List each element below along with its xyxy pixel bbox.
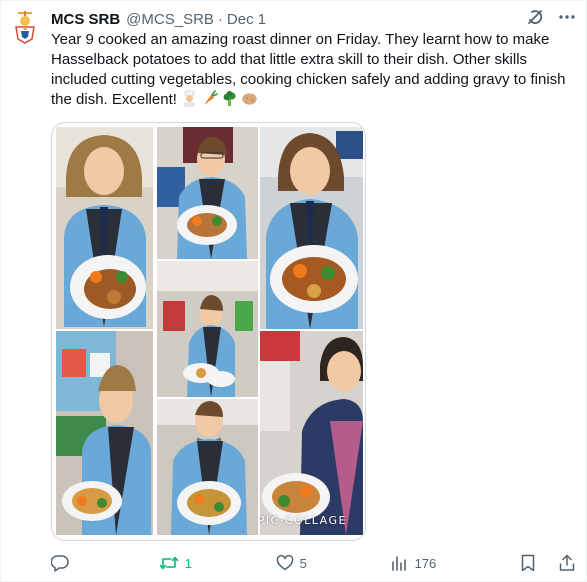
potato-emoji bbox=[241, 90, 258, 107]
views-count: 176 bbox=[414, 555, 437, 571]
tweet-card[interactable]: MCS SRB @MCS_SRB · Dec 1 Year 9 cooked a… bbox=[0, 0, 587, 582]
action-bar: 1 5 176 bbox=[51, 552, 576, 574]
bookmark-icon bbox=[521, 554, 535, 572]
broccoli-emoji bbox=[221, 90, 238, 107]
like-count: 5 bbox=[299, 555, 307, 571]
tweet-text: Year 9 cooked an amazing roast dinner on… bbox=[51, 30, 581, 110]
emoji-row bbox=[181, 90, 258, 107]
collage-photo-1[interactable] bbox=[56, 127, 153, 329]
school-crest-icon bbox=[15, 11, 35, 44]
collage-photo-4[interactable] bbox=[56, 331, 153, 535]
tweet-date[interactable]: Dec 1 bbox=[227, 11, 266, 28]
like-button[interactable]: 5 bbox=[276, 554, 307, 572]
user-handle[interactable]: @MCS_SRB bbox=[126, 11, 214, 28]
cook-emoji bbox=[181, 90, 198, 107]
tweet-header: MCS SRB @MCS_SRB · Dec 1 bbox=[51, 9, 576, 29]
collage-photo-2[interactable] bbox=[157, 127, 258, 259]
secondary-actions bbox=[520, 554, 576, 572]
views-icon bbox=[391, 556, 406, 571]
share-icon bbox=[559, 554, 575, 571]
share-button[interactable] bbox=[558, 554, 576, 572]
grok-icon[interactable] bbox=[526, 8, 544, 26]
header-actions bbox=[526, 8, 576, 26]
display-name[interactable]: MCS SRB bbox=[51, 11, 120, 28]
retweet-button[interactable]: 1 bbox=[159, 554, 192, 572]
more-icon[interactable] bbox=[558, 8, 576, 26]
collage-photo-7[interactable] bbox=[157, 399, 258, 535]
collage-photo-6[interactable]: PIC·COLLAGE bbox=[260, 331, 363, 535]
like-icon bbox=[276, 554, 293, 571]
bookmark-button[interactable] bbox=[520, 554, 536, 572]
carrot-emoji bbox=[201, 90, 218, 107]
retweet-count: 1 bbox=[184, 555, 192, 571]
collage-photo-5[interactable] bbox=[157, 261, 258, 397]
collage-photo-3[interactable] bbox=[260, 127, 363, 329]
separator-dot: · bbox=[217, 10, 223, 28]
reply-button[interactable] bbox=[51, 554, 75, 572]
pic-collage-watermark: PIC·COLLAGE bbox=[260, 514, 347, 527]
reply-icon bbox=[51, 555, 69, 572]
avatar[interactable] bbox=[10, 9, 40, 45]
tweet-body: Year 9 cooked an amazing roast dinner on… bbox=[51, 31, 570, 108]
retweet-icon bbox=[159, 556, 179, 570]
media-collage[interactable]: PIC·COLLAGE bbox=[51, 122, 366, 541]
views-button[interactable]: 176 bbox=[391, 554, 437, 572]
